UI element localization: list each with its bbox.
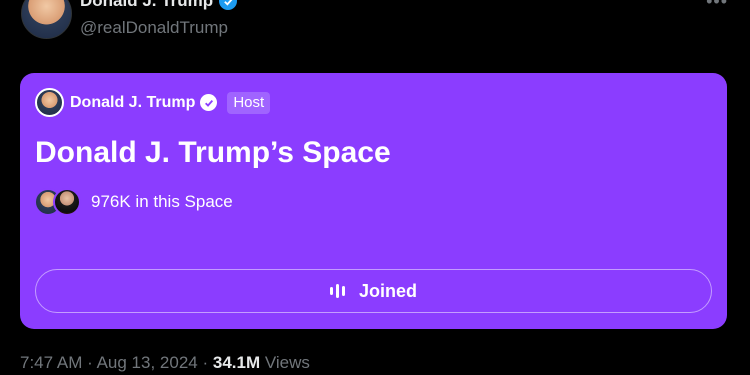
views-count: 34.1M (212, 353, 261, 372)
host-name: Donald J. Trump (70, 93, 196, 111)
space-title: Donald J. Trump’s Space (35, 136, 391, 169)
host-row: Donald J. Trump Host (35, 88, 271, 117)
meta-separator: · (87, 353, 93, 372)
verified-badge-icon[interactable] (219, 0, 238, 10)
host-verified-icon (200, 94, 218, 111)
author-avatar[interactable] (21, 0, 72, 39)
tweet-date[interactable]: Aug 13, 2024 (97, 353, 198, 372)
audio-wave-icon (329, 284, 345, 298)
space-card[interactable]: Donald J. Trump Host Donald J. Trump’s S… (20, 73, 727, 329)
more-icon[interactable]: ••• (706, 0, 728, 10)
joined-button[interactable]: Joined (35, 269, 712, 313)
listener-count: 976K in this Space (91, 192, 233, 211)
listeners-row: 976K in this Space (34, 188, 233, 216)
host-avatar (35, 88, 64, 117)
meta-separator: · (202, 353, 209, 372)
joined-label: Joined (358, 280, 417, 301)
author-name[interactable]: Donald J. Trump (80, 0, 213, 11)
views-label: Views (264, 353, 310, 372)
tweet-time[interactable]: 7:47 AM (20, 353, 82, 372)
author-handle[interactable]: @realDonaldTrump (80, 18, 228, 38)
listener-avatar (53, 188, 81, 216)
tweet-meta: 7:47 AM · Aug 13, 2024 · 34.1M Views (20, 352, 310, 374)
host-badge: Host (227, 91, 271, 114)
author-name-row[interactable]: Donald J. Trump (80, 0, 238, 11)
